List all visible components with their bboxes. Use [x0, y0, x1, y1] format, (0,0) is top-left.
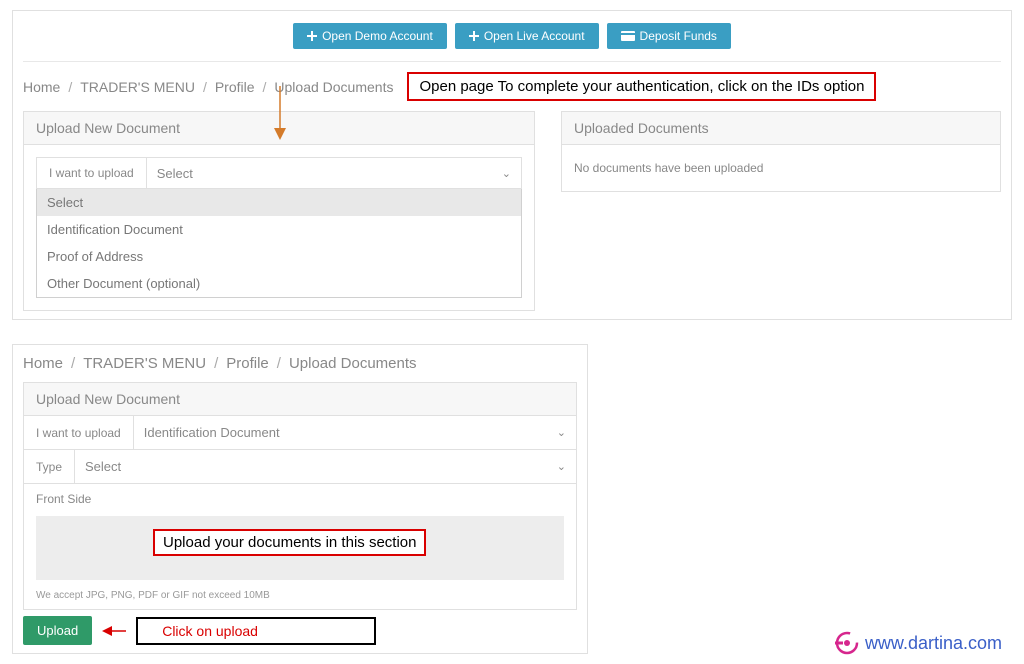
crumb[interactable]: TRADER'S MENU — [83, 355, 206, 372]
upload-select[interactable]: Select ⌄ — [147, 158, 521, 188]
crumb[interactable]: Profile — [226, 355, 269, 372]
upload-new-card: Upload New Document I want to upload Sel… — [23, 111, 535, 311]
footer-brand: www.dartina.com — [835, 631, 1002, 655]
dropdown-option[interactable]: Proof of Address — [37, 243, 521, 270]
crumb[interactable]: Home — [23, 79, 60, 95]
upload-new-heading-2: Upload New Document — [24, 383, 576, 416]
open-live-label: Open Live Account — [484, 29, 585, 43]
plus-icon — [469, 31, 479, 41]
dartina-logo-icon — [835, 631, 859, 655]
breadcrumb: Home/ TRADER'S MENU/ Profile/ Upload Doc… — [23, 79, 393, 95]
uploaded-heading: Uploaded Documents — [562, 112, 1000, 145]
chevron-down-icon: ⌄ — [557, 426, 566, 439]
upload-select-2[interactable]: Identification Document ⌄ — [134, 416, 576, 449]
upload-select-value-2: Identification Document — [144, 425, 280, 440]
dropdown-option[interactable]: Select — [37, 189, 521, 216]
uploaded-docs-card: Uploaded Documents No documents have bee… — [561, 111, 1001, 192]
type-select[interactable]: Select ⌄ — [75, 450, 576, 483]
annotation-top: Open page To complete your authenticatio… — [407, 72, 876, 101]
dropdown-option[interactable]: Other Document (optional) — [37, 270, 521, 297]
type-select-label: Type — [24, 450, 75, 483]
upload-new-card-2: Upload New Document I want to upload Ide… — [23, 382, 577, 610]
accept-note: We accept JPG, PNG, PDF or GIF not excee… — [24, 590, 576, 609]
upload-select-value: Select — [157, 166, 193, 181]
chevron-down-icon: ⌄ — [502, 167, 511, 180]
card-icon — [621, 31, 635, 41]
upload-button[interactable]: Upload — [23, 616, 92, 645]
deposit-label: Deposit Funds — [640, 29, 717, 43]
crumb[interactable]: Upload Documents — [289, 355, 417, 372]
annotation-upload: Click on upload — [136, 617, 376, 645]
front-side-label: Front Side — [24, 484, 576, 510]
crumb[interactable]: Profile — [215, 79, 255, 95]
dropdown-option[interactable]: Identification Document — [37, 216, 521, 243]
crumb[interactable]: Upload Documents — [274, 79, 393, 95]
plus-icon — [307, 31, 317, 41]
panel-top: Open Demo Account Open Live Account Depo… — [12, 10, 1012, 320]
arrow-left-icon — [102, 625, 126, 637]
upload-select-label-2: I want to upload — [24, 416, 134, 449]
upload-select-label: I want to upload — [37, 158, 147, 188]
type-select-value: Select — [85, 459, 121, 474]
upload-select-dropdown: Select Identification Document Proof of … — [36, 189, 522, 298]
deposit-button[interactable]: Deposit Funds — [607, 23, 731, 49]
upload-button-label: Upload — [37, 623, 78, 638]
upload-new-heading: Upload New Document — [24, 112, 534, 145]
open-live-button[interactable]: Open Live Account — [455, 23, 599, 49]
panel-bottom: Home/ TRADER'S MENU/ Profile/ Upload Doc… — [12, 344, 588, 654]
annotation-mid: Upload your documents in this section — [153, 529, 426, 556]
crumb[interactable]: TRADER'S MENU — [80, 79, 195, 95]
breadcrumb-row: Home/ TRADER'S MENU/ Profile/ Upload Doc… — [23, 62, 1001, 111]
open-demo-label: Open Demo Account — [322, 29, 433, 43]
chevron-down-icon: ⌄ — [557, 460, 566, 473]
breadcrumb: Home/ TRADER'S MENU/ Profile/ Upload Doc… — [23, 353, 577, 382]
uploaded-empty: No documents have been uploaded — [574, 157, 988, 179]
top-button-bar: Open Demo Account Open Live Account Depo… — [23, 19, 1001, 62]
crumb[interactable]: Home — [23, 355, 63, 372]
footer-url: www.dartina.com — [865, 633, 1002, 654]
open-demo-button[interactable]: Open Demo Account — [293, 23, 447, 49]
